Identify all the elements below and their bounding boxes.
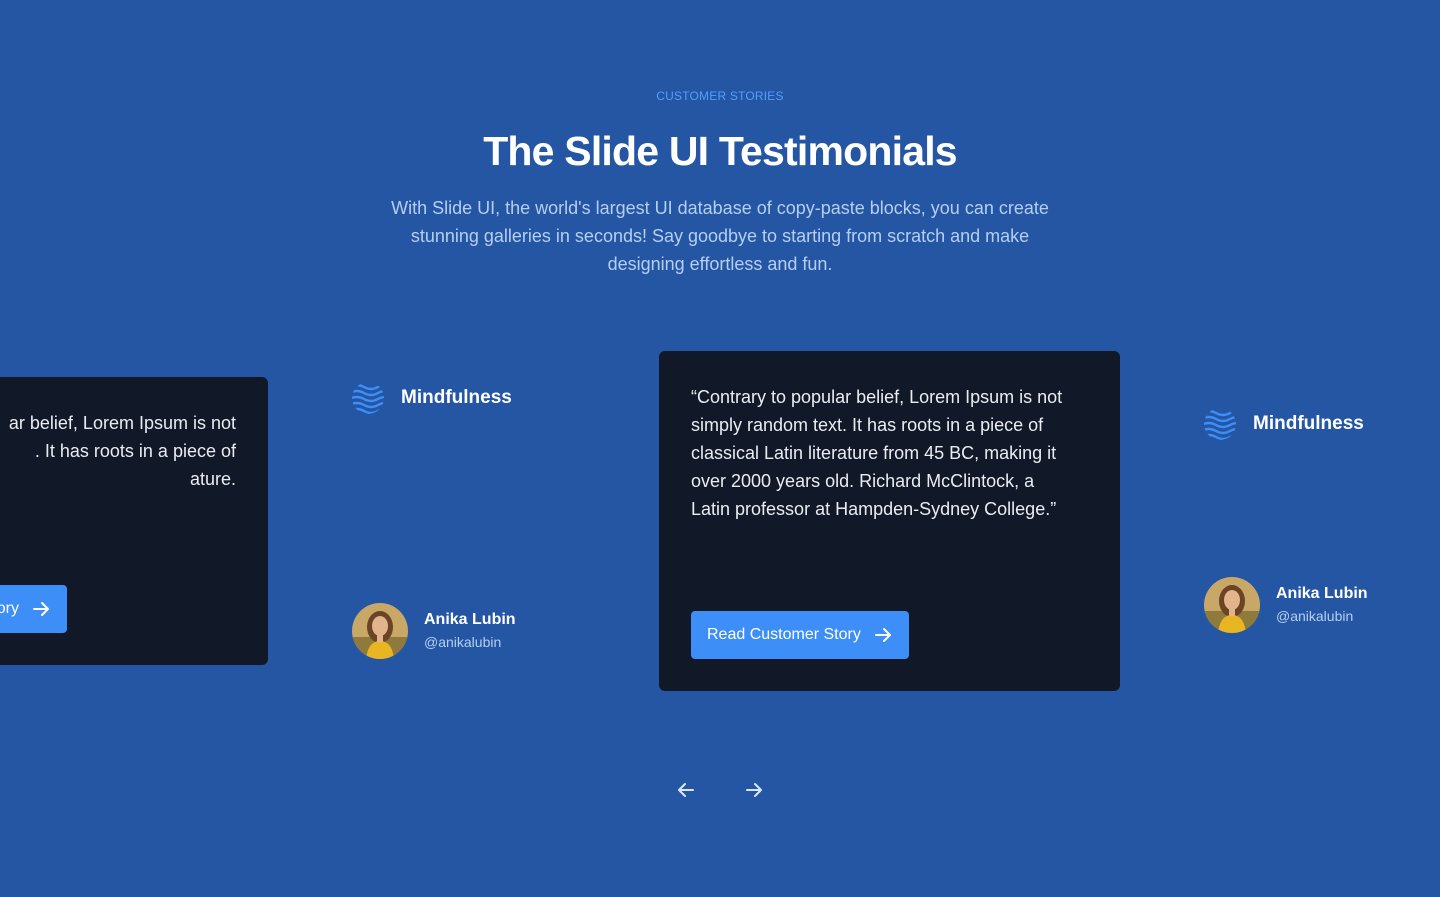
next-slide-button[interactable] [742,778,766,802]
testimonial-card-previous: ar belief, Lorem Ipsum is not . It has r… [0,377,268,665]
waves-logo-icon [352,383,384,414]
previous-slide-button[interactable] [674,778,698,802]
cta-label: ory [0,600,19,617]
avatar [1204,577,1260,633]
arrow-right-icon [33,602,49,616]
author-handle: @anikalubin [424,634,502,650]
arrow-right-icon [874,628,891,642]
section-eyebrow: CUSTOMER STORIES [656,89,784,103]
section-title: The Slide UI Testimonials [483,128,957,174]
author-block: Anika Lubin @anikalubin [352,603,516,659]
read-customer-story-button[interactable]: ory [0,585,67,633]
author-name: Anika Lubin [424,611,516,628]
testimonial-quote: ar belief, Lorem Ipsum is not . It has r… [8,413,236,489]
arrow-right-icon [746,783,762,797]
testimonials-section: CUSTOMER STORIES The Slide UI Testimonia… [0,0,1440,897]
testimonial-card-active: “Contrary to popular belief, Lorem Ipsum… [659,351,1120,691]
author-name: Anika Lubin [1276,585,1368,602]
author-block: Anika Lubin @anikalubin [1204,577,1368,633]
author-handle: @anikalubin [1276,608,1354,624]
brand-block: Mindfulness [1203,407,1364,441]
read-customer-story-button[interactable]: Read Customer Story [691,611,909,659]
brand-name: Mindfulness [1253,413,1364,434]
waves-logo-icon [1204,409,1236,440]
section-subtitle: With Slide UI, the world's largest UI da… [391,198,1049,274]
brand-block: Mindfulness [351,381,512,415]
brand-name: Mindfulness [401,387,512,408]
arrow-left-icon [678,783,694,797]
testimonial-quote: “Contrary to popular belief, Lorem Ipsum… [691,387,1063,519]
avatar [352,603,408,659]
cta-label: Read Customer Story [707,626,861,643]
